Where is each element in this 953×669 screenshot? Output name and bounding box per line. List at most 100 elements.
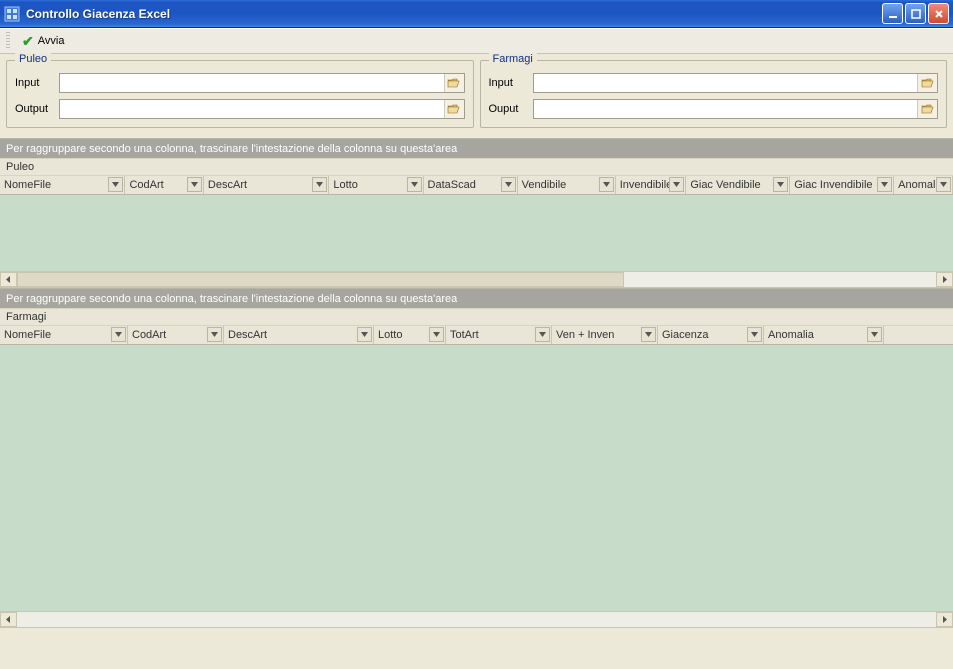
scroll-right-button[interactable] bbox=[936, 272, 953, 287]
column-filter-button[interactable] bbox=[501, 177, 516, 192]
chevron-left-icon bbox=[5, 616, 12, 623]
farmagi-output-field[interactable] bbox=[534, 100, 918, 118]
column-header[interactable]: TotArt bbox=[446, 326, 552, 344]
column-filter-button[interactable] bbox=[407, 177, 422, 192]
column-header-label: CodArt bbox=[129, 179, 163, 191]
avvia-button[interactable]: ✔ Avvia bbox=[16, 31, 70, 52]
column-filter-button[interactable] bbox=[535, 327, 550, 342]
column-filter-button[interactable] bbox=[357, 327, 372, 342]
scroll-left-button[interactable] bbox=[0, 612, 17, 627]
scroll-track[interactable] bbox=[17, 272, 936, 287]
groupbox-puleo-legend: Puleo bbox=[15, 53, 51, 65]
column-header[interactable]: Vendibile bbox=[518, 176, 616, 194]
grid1: Per raggruppare secondo una colonna, tra… bbox=[0, 138, 953, 288]
folder-open-icon bbox=[921, 77, 935, 89]
column-filter-button[interactable] bbox=[108, 177, 123, 192]
column-filter-button[interactable] bbox=[641, 327, 656, 342]
maximize-icon bbox=[911, 9, 921, 19]
puleo-input-browse-button[interactable] bbox=[444, 74, 464, 92]
column-header-label: Ven + Inven bbox=[556, 329, 614, 341]
folder-open-icon bbox=[447, 103, 461, 115]
grid1-hscrollbar[interactable] bbox=[0, 271, 953, 288]
column-header-label: Vendibile bbox=[522, 179, 567, 191]
column-header[interactable]: Giacenza bbox=[658, 326, 764, 344]
puleo-output-browse-button[interactable] bbox=[444, 100, 464, 118]
puleo-input-picker bbox=[59, 73, 465, 93]
farmagi-input-label: Input bbox=[489, 77, 533, 89]
column-header[interactable]: NomeFile bbox=[0, 176, 125, 194]
groupbox-farmagi: Farmagi Input Ouput bbox=[480, 60, 948, 128]
column-filter-button[interactable] bbox=[747, 327, 762, 342]
close-button[interactable] bbox=[928, 3, 949, 24]
grid2: Per raggruppare secondo una colonna, tra… bbox=[0, 288, 953, 628]
column-header[interactable]: Anomalia bbox=[764, 326, 884, 344]
column-header[interactable]: Ven + Inven bbox=[552, 326, 658, 344]
column-filter-button[interactable] bbox=[773, 177, 788, 192]
column-header[interactable]: CodArt bbox=[125, 176, 203, 194]
puleo-output-label: Output bbox=[15, 103, 59, 115]
puleo-input-field[interactable] bbox=[60, 74, 444, 92]
column-header[interactable]: DescArt bbox=[224, 326, 374, 344]
column-header-label: TotArt bbox=[450, 329, 479, 341]
column-header[interactable]: Lotto bbox=[329, 176, 423, 194]
grid2-body[interactable] bbox=[0, 345, 953, 611]
column-header[interactable]: Anomali bbox=[894, 176, 953, 194]
scroll-track[interactable] bbox=[17, 612, 936, 627]
column-filter-button[interactable] bbox=[599, 177, 614, 192]
form-area: Puleo Input Output Farmagi Input bbox=[0, 54, 953, 138]
column-header[interactable]: Giac Invendibile bbox=[790, 176, 894, 194]
column-header-label: NomeFile bbox=[4, 329, 51, 341]
toolbar-grip bbox=[6, 32, 10, 50]
column-header-label: Invendibile bbox=[620, 179, 673, 191]
column-filter-button[interactable] bbox=[867, 327, 882, 342]
column-header[interactable]: NomeFile bbox=[0, 326, 128, 344]
close-icon bbox=[934, 9, 944, 19]
farmagi-output-label: Ouput bbox=[489, 103, 533, 115]
scroll-thumb[interactable] bbox=[17, 272, 624, 287]
window-title: Controllo Giacenza Excel bbox=[26, 7, 882, 21]
grid1-groupby-bar[interactable]: Per raggruppare secondo una colonna, tra… bbox=[0, 138, 953, 158]
scroll-left-button[interactable] bbox=[0, 272, 17, 287]
folder-open-icon bbox=[447, 77, 461, 89]
column-filter-button[interactable] bbox=[312, 177, 327, 192]
column-header-label: Lotto bbox=[378, 329, 402, 341]
farmagi-output-browse-button[interactable] bbox=[917, 100, 937, 118]
maximize-button[interactable] bbox=[905, 3, 926, 24]
puleo-output-field[interactable] bbox=[60, 100, 444, 118]
column-header-label: DescArt bbox=[228, 329, 267, 341]
puleo-output-picker bbox=[59, 99, 465, 119]
column-filter-button[interactable] bbox=[187, 177, 202, 192]
grid1-body[interactable] bbox=[0, 195, 953, 271]
grid1-groupby-hint: Per raggruppare secondo una colonna, tra… bbox=[6, 143, 457, 155]
column-filter-button[interactable] bbox=[669, 177, 684, 192]
column-header[interactable]: Lotto bbox=[374, 326, 446, 344]
column-filter-button[interactable] bbox=[207, 327, 222, 342]
scroll-right-button[interactable] bbox=[936, 612, 953, 627]
minimize-icon bbox=[888, 9, 898, 19]
folder-open-icon bbox=[921, 103, 935, 115]
column-filter-button[interactable] bbox=[877, 177, 892, 192]
groupbox-puleo: Puleo Input Output bbox=[6, 60, 474, 128]
chevron-right-icon bbox=[941, 616, 948, 623]
farmagi-output-picker bbox=[533, 99, 939, 119]
column-header[interactable]: Invendibile bbox=[616, 176, 687, 194]
app-icon bbox=[4, 6, 20, 22]
grid2-groupby-bar[interactable]: Per raggruppare secondo una colonna, tra… bbox=[0, 288, 953, 308]
column-header[interactable]: CodArt bbox=[128, 326, 224, 344]
column-header[interactable]: DescArt bbox=[204, 176, 329, 194]
grid2-hscrollbar[interactable] bbox=[0, 611, 953, 628]
column-header[interactable]: Giac Vendibile bbox=[686, 176, 790, 194]
farmagi-input-browse-button[interactable] bbox=[917, 74, 937, 92]
column-header-label: Lotto bbox=[333, 179, 357, 191]
column-filter-button[interactable] bbox=[111, 327, 126, 342]
farmagi-input-field[interactable] bbox=[534, 74, 918, 92]
column-filter-button[interactable] bbox=[936, 177, 951, 192]
column-filter-button[interactable] bbox=[429, 327, 444, 342]
window-buttons bbox=[882, 3, 949, 24]
grid2-section-label: Farmagi bbox=[0, 308, 953, 326]
column-header-label: Giac Vendibile bbox=[690, 179, 760, 191]
column-header[interactable]: DataScad bbox=[424, 176, 518, 194]
column-header-label: Giacenza bbox=[662, 329, 708, 341]
column-header-label: DescArt bbox=[208, 179, 247, 191]
minimize-button[interactable] bbox=[882, 3, 903, 24]
